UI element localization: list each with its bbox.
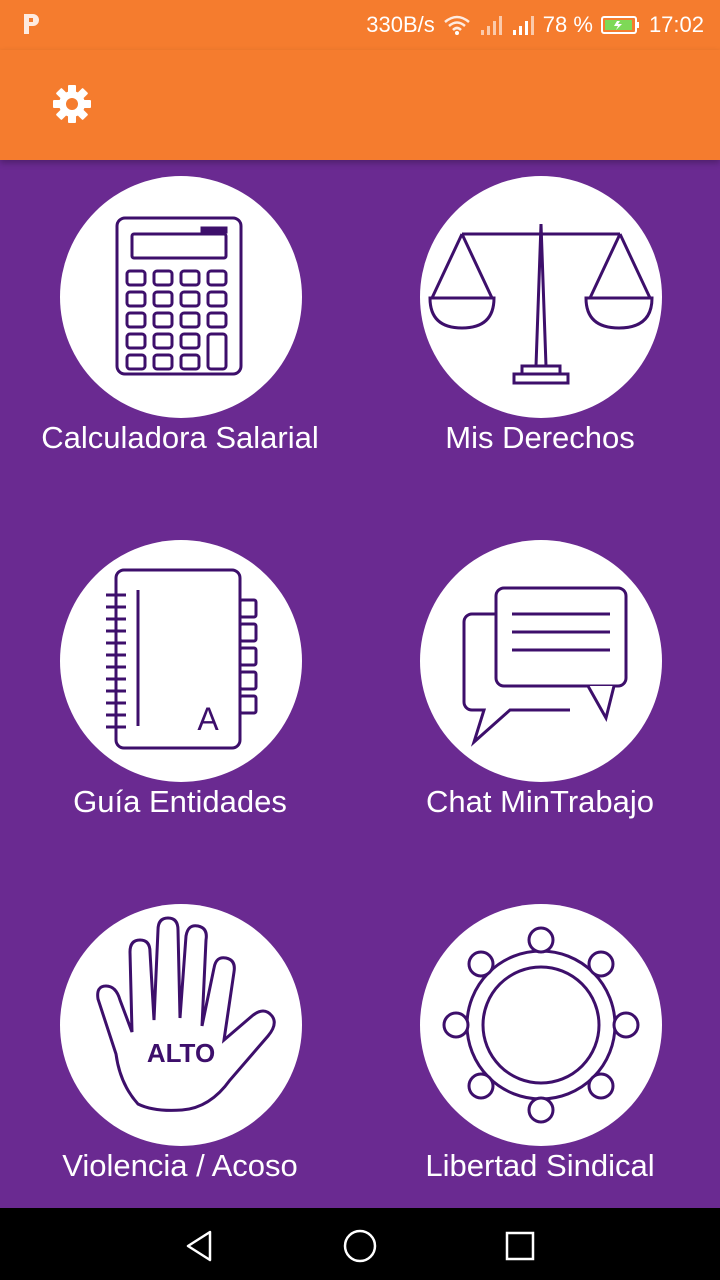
status-bar: 330B/s 78 % 17:02: [0, 0, 720, 50]
signal-icon: [479, 14, 503, 36]
back-button[interactable]: [180, 1226, 220, 1266]
back-icon: [186, 1230, 212, 1262]
menu-item-calculadora-salarial[interactable]: Calculadora Salarial: [0, 160, 360, 500]
menu-item-mis-derechos[interactable]: Mis Derechos: [360, 160, 720, 500]
menu-item-label: Mis Derechos: [445, 420, 635, 455]
menu-item-label: Guía Entidades: [73, 784, 287, 819]
menu-item-label: Libertad Sindical: [425, 1148, 655, 1183]
scales-of-justice-icon: [428, 223, 654, 385]
signal-icon: [511, 14, 535, 36]
menu-icon-circle: [60, 176, 302, 418]
recents-button[interactable]: [500, 1226, 540, 1266]
clock: 17:02: [648, 12, 704, 37]
menu-item-label: Chat MinTrabajo: [425, 784, 654, 819]
address-book-icon: A: [106, 568, 258, 750]
app-bar: [0, 50, 720, 160]
menu-icon-circle: A: [60, 540, 302, 782]
address-book-letter: A: [197, 701, 219, 737]
status-icons: 330B/s 78 % 17:02: [366, 10, 704, 40]
home-button[interactable]: [340, 1226, 380, 1266]
network-speed: 330B/s: [366, 12, 435, 37]
stop-hand-icon: ALTO: [96, 916, 276, 1112]
menu-item-violencia-acoso[interactable]: ALTO Violencia / Acoso: [0, 888, 360, 1228]
battery-percent: 78 %: [542, 12, 593, 37]
menu-icon-circle: ALTO: [60, 904, 302, 1146]
menu-grid: Calculadora Salarial Mis Derechos A Guía…: [0, 160, 720, 1208]
gear-icon: [53, 85, 91, 123]
settings-button[interactable]: [48, 80, 96, 128]
round-table-icon: [442, 926, 640, 1124]
menu-icon-circle: [420, 176, 662, 418]
home-icon: [343, 1229, 377, 1263]
calculator-icon: [115, 216, 243, 376]
wifi-icon: [443, 14, 471, 36]
navigation-bar: [0, 1208, 720, 1280]
menu-item-guia-entidades[interactable]: A Guía Entidades: [0, 524, 360, 864]
battery-charging-icon: [600, 15, 641, 35]
chat-bubbles-icon: [462, 586, 628, 747]
app-notification-icon: [22, 12, 40, 36]
menu-item-label: Calculadora Salarial: [41, 420, 319, 455]
menu-icon-circle: [420, 904, 662, 1146]
menu-item-libertad-sindical[interactable]: Libertad Sindical: [360, 888, 720, 1228]
menu-item-label: Violencia / Acoso: [62, 1148, 298, 1183]
menu-icon-circle: [420, 540, 662, 782]
stop-hand-text: ALTO: [147, 1038, 215, 1068]
menu-item-chat-mintrabajo[interactable]: Chat MinTrabajo: [360, 524, 720, 864]
recents-icon: [505, 1231, 535, 1261]
